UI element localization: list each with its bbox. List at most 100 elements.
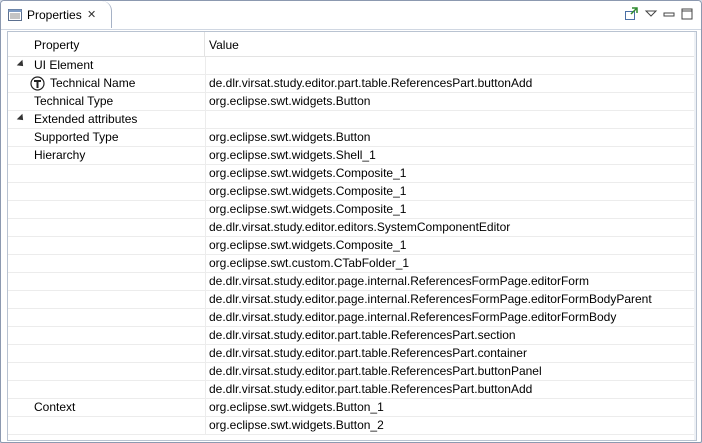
property-cell [8, 273, 206, 290]
value-cell: org.eclipse.swt.widgets.Button_1 [209, 400, 384, 414]
value-cell: de.dlr.virsat.study.editor.part.table.Re… [209, 328, 516, 342]
pin-icon[interactable] [623, 6, 639, 22]
property-cell [8, 309, 206, 326]
property-label [8, 292, 34, 306]
value-cell: org.eclipse.swt.widgets.Button [209, 94, 371, 108]
value-cell: de.dlr.virsat.study.editor.editors.Syste… [209, 220, 511, 234]
table-row[interactable]: Context org.eclipse.swt.widgets.Button_1 [8, 399, 696, 417]
table-row[interactable]: org.eclipse.swt.widgets.Composite_1 [8, 165, 696, 183]
property-label [8, 364, 34, 378]
property-label [8, 202, 34, 216]
property-cell: Context [8, 399, 206, 416]
table-row[interactable]: de.dlr.virsat.study.editor.page.internal… [8, 309, 696, 327]
table-row[interactable]: org.eclipse.swt.custom.CTabFolder_1 [8, 255, 696, 273]
value-cell: org.eclipse.swt.widgets.Composite_1 [209, 166, 407, 180]
property-cell [8, 345, 206, 362]
property-label [8, 220, 34, 234]
table-row[interactable]: org.eclipse.swt.widgets.Composite_1 [8, 237, 696, 255]
property-cell [8, 201, 206, 218]
table-row[interactable]: Supported Type org.eclipse.swt.widgets.Bu… [8, 129, 696, 147]
property-cell [8, 381, 206, 398]
property-label: Context [34, 400, 76, 414]
close-icon[interactable]: ✕ [87, 8, 96, 21]
table-row[interactable]: Technical Name de.dlr.virsat.study.editor… [8, 75, 696, 93]
value-cell: de.dlr.virsat.study.editor.part.table.Re… [209, 76, 533, 90]
property-cell [8, 165, 206, 182]
property-label: Extended attributes [34, 112, 138, 126]
properties-table[interactable]: Property Value UI Element Technical Name d… [7, 31, 697, 441]
table-row[interactable]: de.dlr.virsat.study.editor.part.table.Re… [8, 363, 696, 381]
category-row[interactable]: UI Element [8, 57, 696, 75]
properties-icon [8, 9, 22, 24]
value-cell: de.dlr.virsat.study.editor.page.internal… [209, 310, 617, 324]
value-cell: de.dlr.virsat.study.editor.part.table.Re… [209, 364, 542, 378]
table-row[interactable]: de.dlr.virsat.study.editor.page.internal… [8, 291, 696, 309]
value-cell: org.eclipse.swt.widgets.Button_2 [209, 418, 384, 432]
property-label: Technical Name [50, 76, 136, 90]
property-cell: Hierarchy [8, 147, 206, 164]
property-label [8, 310, 34, 324]
property-cell [8, 237, 206, 254]
property-cell: Technical Name [8, 75, 206, 92]
category-row[interactable]: Extended attributes [8, 111, 696, 129]
table-row[interactable]: org.eclipse.swt.widgets.Composite_1 [8, 183, 696, 201]
property-cell [8, 219, 206, 236]
maximize-icon[interactable] [679, 6, 695, 22]
property-label [8, 382, 34, 396]
value-cell: de.dlr.virsat.study.editor.page.internal… [209, 292, 652, 306]
table-row[interactable]: org.eclipse.swt.widgets.Composite_1 [8, 201, 696, 219]
value-cell: org.eclipse.swt.widgets.Composite_1 [209, 184, 407, 198]
property-label [8, 274, 34, 288]
vertical-scrollbar[interactable] [694, 32, 696, 440]
minimize-icon[interactable] [661, 6, 677, 22]
property-cell [8, 255, 206, 272]
property-cell [8, 291, 206, 308]
tab-properties[interactable]: Properties ✕ [1, 1, 112, 28]
column-header-property[interactable]: Property [8, 32, 205, 56]
property-label [8, 184, 34, 198]
value-cell [206, 111, 209, 128]
property-label [8, 238, 34, 252]
property-cell: UI Element [8, 57, 206, 74]
technical-name-icon [30, 76, 45, 91]
property-label [8, 166, 34, 180]
tab-title: Properties [27, 8, 82, 22]
property-label: Supported Type [34, 130, 119, 144]
table-row[interactable]: de.dlr.virsat.study.editor.part.table.Re… [8, 327, 696, 345]
value-cell [206, 57, 209, 74]
property-cell [8, 363, 206, 380]
property-label [8, 328, 34, 342]
column-header-value[interactable]: Value [206, 32, 696, 56]
value-cell: de.dlr.virsat.study.editor.part.table.Re… [209, 346, 527, 360]
value-cell: de.dlr.virsat.study.editor.page.internal… [209, 274, 589, 288]
value-cell: org.eclipse.swt.custom.CTabFolder_1 [209, 256, 410, 270]
table-row[interactable]: de.dlr.virsat.study.editor.part.table.Re… [8, 381, 696, 399]
property-cell: Supported Type [8, 129, 206, 146]
property-cell [8, 417, 206, 434]
value-cell: de.dlr.virsat.study.editor.part.table.Re… [209, 382, 533, 396]
property-label [8, 256, 34, 270]
table-row[interactable]: Technical Type org.eclipse.swt.widgets.Bu… [8, 93, 696, 111]
property-label: Hierarchy [34, 148, 86, 162]
property-cell: Technical Type [8, 93, 206, 110]
table-row[interactable]: de.dlr.virsat.study.editor.page.internal… [8, 273, 696, 291]
property-cell: Extended attributes [8, 111, 206, 128]
table-row[interactable]: org.eclipse.swt.widgets.Button_2 [8, 417, 696, 435]
property-cell [8, 183, 206, 200]
value-cell: org.eclipse.swt.widgets.Shell_1 [209, 148, 376, 162]
value-cell: org.eclipse.swt.widgets.Composite_1 [209, 238, 407, 252]
property-label [8, 346, 34, 360]
value-cell: org.eclipse.swt.widgets.Button [209, 130, 371, 144]
table-body: UI Element Technical Name de.dlr.virsat.st… [8, 57, 696, 435]
table-row[interactable]: de.dlr.virsat.study.editor.part.table.Re… [8, 345, 696, 363]
property-cell [8, 327, 206, 344]
view-menu-icon[interactable] [643, 6, 659, 22]
value-cell: org.eclipse.swt.widgets.Composite_1 [209, 202, 407, 216]
table-row[interactable]: Hierarchy org.eclipse.swt.widgets.Shell_1 [8, 147, 696, 165]
view-tab-bar: Properties ✕ [1, 1, 701, 30]
table-header: Property Value [8, 32, 696, 57]
property-label [8, 418, 34, 432]
table-row[interactable]: de.dlr.virsat.study.editor.editors.Syste… [8, 219, 696, 237]
properties-view: Properties ✕ Property Value UI Element T… [0, 0, 702, 443]
property-label: Technical Type [34, 94, 114, 108]
